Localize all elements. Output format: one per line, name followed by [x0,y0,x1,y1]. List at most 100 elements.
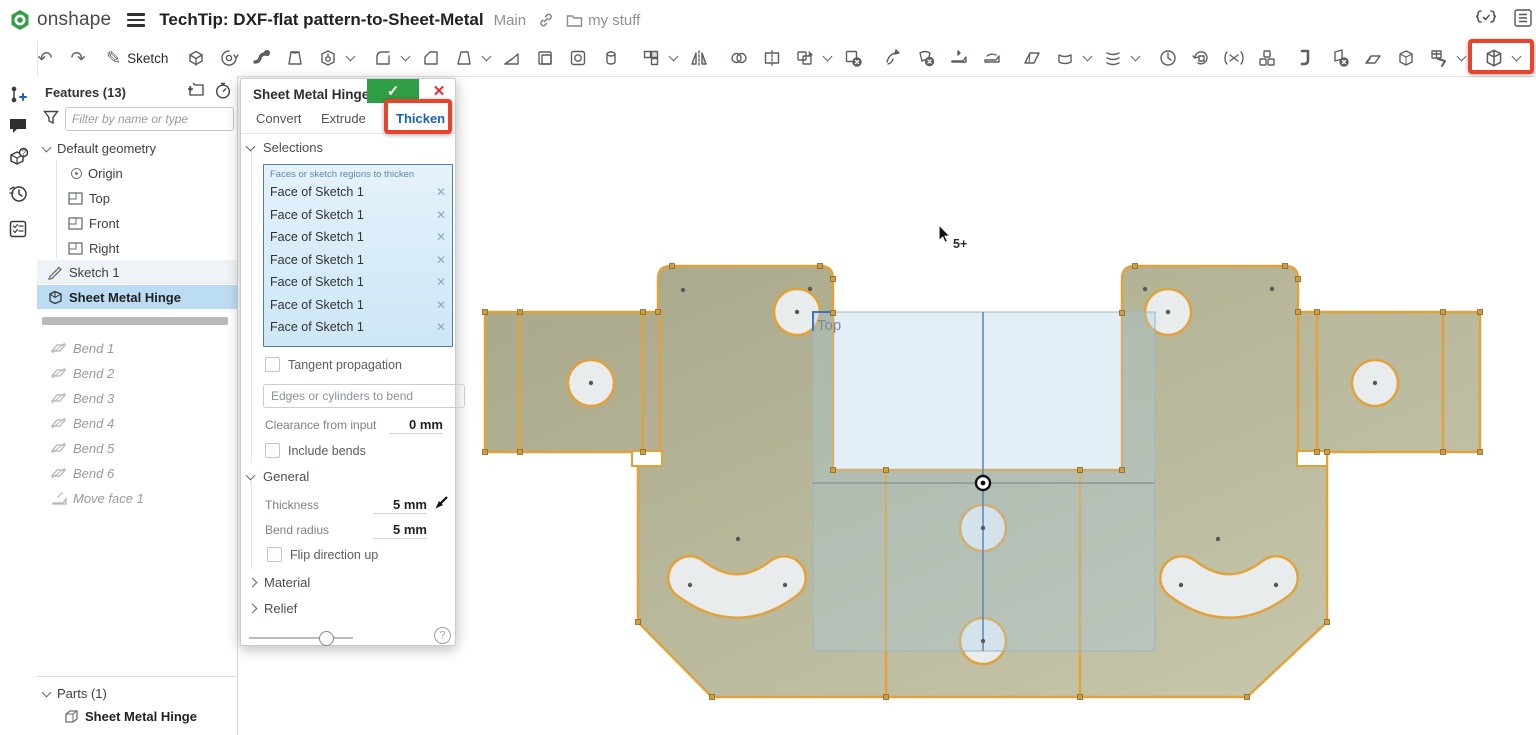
top-plane[interactable]: Top [813,312,1155,651]
variable-icon[interactable] [1222,46,1246,70]
document-title[interactable]: TechTip: DXF-flat pattern-to-Sheet-Metal [159,10,483,30]
pattern-dropdown-icon[interactable] [669,52,679,62]
tree-item-right-plane[interactable]: Right [37,236,237,260]
onshape-logo-icon[interactable] [8,8,32,32]
confirm-button[interactable]: ✓ [367,79,419,103]
combine-icon[interactable] [793,46,817,70]
draft-dropdown-icon[interactable] [482,52,492,62]
transform-icon[interactable] [1189,46,1213,70]
main-menu-icon[interactable] [127,10,145,30]
move-face-icon[interactable] [881,46,905,70]
folder-name[interactable]: my stuff [588,12,640,29]
linear-pattern-icon[interactable] [639,46,663,70]
boss-extrude-icon[interactable] [599,46,623,70]
history-icon[interactable] [5,180,31,206]
tree-item-bend-6[interactable]: Bend 6 [37,461,237,485]
checklist-icon[interactable] [5,216,31,242]
workspace-label[interactable]: Main [494,12,527,29]
tree-item-bend-2[interactable]: Bend 2 [37,361,237,385]
tab-extrude[interactable]: Extrude [321,111,366,126]
plane-corner-handle[interactable] [813,312,832,331]
parts-section-header[interactable]: Parts (1) [37,681,237,705]
learning-center-icon[interactable]: ? [5,145,31,171]
sheet-metal-model-icon[interactable] [1394,46,1418,70]
extrude-icon[interactable] [184,46,208,70]
boolean-icon[interactable] [727,46,751,70]
filter-input[interactable] [65,107,234,131]
share-link-icon[interactable] [538,12,554,28]
chamfer-icon[interactable] [419,46,443,70]
sheet-metal-flange-icon[interactable] [1295,46,1319,70]
clearance-value-field[interactable]: 0 mm [389,417,443,434]
tree-item-bend-5[interactable]: Bend 5 [37,436,237,460]
thicken-icon[interactable] [316,46,340,70]
filter-funnel-icon[interactable] [43,110,59,128]
edges-to-bend-input[interactable]: Edges or cylinders to bend [263,384,465,408]
rollback-bar[interactable] [42,317,228,325]
tree-item-sheet-metal-hinge[interactable]: Sheet Metal Hinge [37,285,237,309]
flat-view-dropdown-icon[interactable] [1512,52,1522,62]
boss-dropdown-icon[interactable] [346,52,356,62]
remove-selection-icon[interactable]: ✕ [436,320,446,334]
thickness-value-field[interactable]: 5 mm [373,497,427,514]
chevron-down-icon[interactable] [42,687,52,697]
split-icon[interactable] [760,46,784,70]
tree-item-bend-1[interactable]: Bend 1 [37,336,237,360]
slider-knob[interactable] [319,631,334,646]
relief-section-header[interactable]: Relief [249,601,297,616]
thicken-surface-icon[interactable] [1053,46,1077,70]
tangent-propagation-checkbox[interactable] [265,357,280,372]
sheet-metal-corner-icon[interactable] [1328,46,1352,70]
sweep-icon[interactable] [250,46,274,70]
helix-icon[interactable] [1156,46,1180,70]
loft-surface-dropdown-icon[interactable] [1131,52,1141,62]
tree-item-front-plane[interactable]: Front [37,211,237,235]
selection-item[interactable]: Face of Sketch 1✕ [264,226,452,249]
flip-direction-icon[interactable] [433,494,450,514]
revolve-icon[interactable] [217,46,241,70]
sheet-metal-table-icon[interactable] [1427,46,1451,70]
flip-direction-checkbox[interactable] [267,547,282,562]
feature-studio-icon[interactable] [1476,9,1496,31]
selection-item[interactable]: Face of Sketch 1✕ [264,249,452,272]
rib-icon[interactable] [500,46,524,70]
remove-selection-icon[interactable]: ✕ [436,298,446,312]
remove-selection-icon[interactable]: ✕ [436,230,446,244]
surface-dropdown-icon[interactable] [1083,52,1093,62]
combine-dropdown-icon[interactable] [823,52,833,62]
tab-convert[interactable]: Convert [256,111,302,126]
composite-part-icon[interactable] [1255,46,1279,70]
remove-selection-icon[interactable]: ✕ [436,275,446,289]
mirror-icon[interactable] [687,46,711,70]
draft-icon[interactable] [452,46,476,70]
selection-item[interactable]: Face of Sketch 1✕ [264,271,452,294]
tree-item-bend-3[interactable]: Bend 3 [37,386,237,410]
remove-selection-icon[interactable]: ✕ [436,208,446,222]
tab-thicken[interactable]: Thicken [396,111,445,126]
help-icon[interactable]: ? [434,627,451,644]
tree-item-top-plane[interactable]: Top [37,186,237,210]
surface-icon[interactable] [1020,46,1044,70]
origin-marker[interactable] [976,476,990,490]
tree-item-move-face-1[interactable]: Move face 1 [37,486,237,510]
sheet-metal-flat-pattern[interactable] [485,266,1480,697]
selection-item[interactable]: Face of Sketch 1✕ [264,181,452,204]
folder-icon[interactable] [566,13,583,28]
remove-selection-icon[interactable]: ✕ [436,253,446,267]
redo-button[interactable]: ↷ [66,46,90,70]
selection-item[interactable]: Face of Sketch 1✕ [264,316,452,339]
remove-selection-icon[interactable]: ✕ [436,185,446,199]
fillet-icon[interactable] [371,46,395,70]
insert-new-icon[interactable] [5,82,31,108]
insert-folder-icon[interactable] [187,82,205,102]
sheet-metal-bend-icon[interactable] [1361,46,1385,70]
sheet-metal-flat-view-icon[interactable] [1482,46,1506,70]
tree-item-sketch-1[interactable]: Sketch 1 [37,260,237,284]
sketch-button[interactable]: ✎ Sketch [106,49,168,67]
loft-surface-icon[interactable] [1101,46,1125,70]
delete-part-icon[interactable] [841,46,865,70]
loft-icon[interactable] [283,46,307,70]
replace-face-icon[interactable] [980,46,1004,70]
dialog-opacity-slider[interactable] [249,631,353,645]
bend-radius-value-field[interactable]: 5 mm [373,522,427,539]
